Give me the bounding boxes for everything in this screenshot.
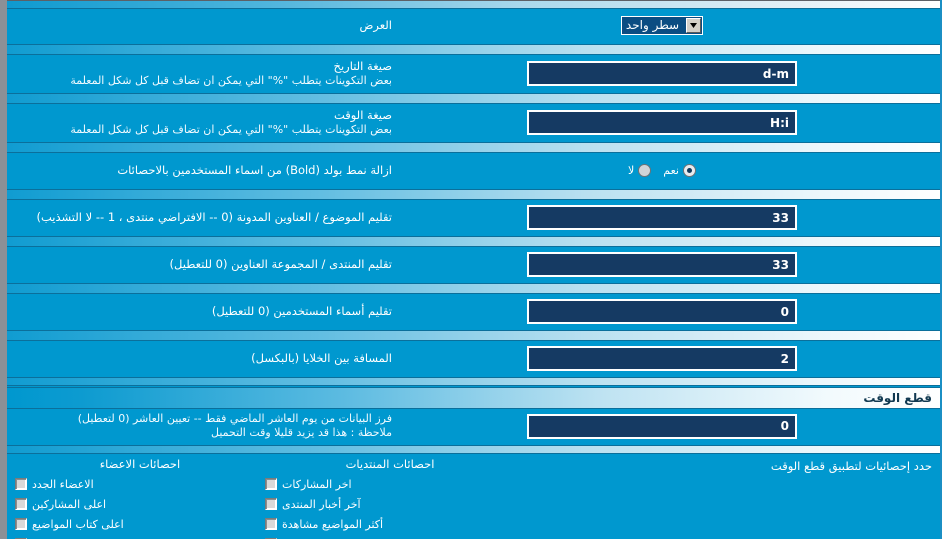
checkbox-row[interactable]: الاعضاء الجدد (15, 474, 265, 494)
setting-row-time-format: صيغة الوقت بعض التكوينات يتطلب "%" التي … (7, 105, 940, 141)
trim-topic-input[interactable] (527, 205, 797, 230)
setting-row-display: سطر واحد العرض (7, 9, 940, 43)
trim-username-label: تقليم أسماء المستخدمين (0 للتعطيل) (211, 304, 392, 318)
checkbox-icon[interactable] (15, 518, 27, 530)
remove-bold-cell: نعم لا (392, 164, 932, 177)
chevron-down-icon[interactable] (686, 18, 702, 33)
date-format-hint: بعض التكوينات يتطلب "%" التي يمكن ان تضا… (70, 74, 392, 87)
cell-spacing-cell (392, 346, 932, 371)
timecut-stats-selection: حدد إحصائيات لتطبيق قطع الوقت احصائات ال… (7, 455, 940, 539)
setting-row-timecut: فرز البيانات من يوم العاشر الماضي فقط --… (7, 409, 940, 444)
checkbox-icon[interactable] (265, 478, 277, 490)
row-separator (7, 236, 940, 247)
row-separator (7, 283, 940, 294)
display-select-cell: سطر واحد (392, 16, 932, 35)
radio-off-icon[interactable] (638, 164, 652, 177)
remove-bold-radio-yes[interactable]: نعم (663, 164, 696, 177)
column-member-stats: احصائات الاعضاء الاعضاء الجدد اعلى المشا… (15, 457, 265, 539)
checkbox-icon[interactable] (15, 478, 27, 490)
cell-spacing-labels: المسافة بين الخلايا (بالبكسل) (15, 351, 392, 366)
time-format-hint: بعض التكوينات يتطلب "%" التي يمكن ان تضا… (70, 123, 392, 136)
setting-row-remove-bold: نعم لا ازالة نمط بولد (Bold) من اسماء ال… (7, 154, 940, 188)
setting-row-date-format: صيغة التاريخ بعض التكوينات يتطلب "%" الت… (7, 56, 940, 92)
row-separator (7, 93, 940, 104)
row-separator (7, 142, 940, 153)
column-forum-stats-header: احصائات المنتديات (345, 457, 435, 471)
radio-on-icon[interactable] (683, 164, 696, 177)
trim-username-labels: تقليم أسماء المستخدمين (0 للتعطيل) (15, 304, 392, 319)
date-format-cell (392, 61, 932, 86)
timecut-input[interactable] (527, 413, 797, 439)
setting-row-trim-topic: تقليم الموضوع / العناوين المدونة (0 -- ا… (7, 201, 940, 235)
time-format-input[interactable] (527, 110, 797, 135)
display-label: العرض (359, 18, 393, 32)
checkbox-label: اعلى كتاب المواضيع (32, 517, 124, 531)
row-separator (7, 377, 940, 386)
setting-row-trim-forum: تقليم المنتدى / المجموعة العناوين (0 للت… (7, 248, 940, 282)
checkbox-icon[interactable] (265, 518, 277, 530)
checkbox-row[interactable]: اعلى كتاب المواضيع (15, 514, 265, 534)
setting-row-trim-username: تقليم أسماء المستخدمين (0 للتعطيل) (7, 295, 940, 329)
checkbox-label: أكثر المواضيع مشاهدة (282, 517, 384, 531)
date-format-input[interactable] (527, 61, 797, 86)
column-forum-stats: احصائات المنتديات اخر المشاركات آخر أخبا… (265, 457, 515, 539)
row-separator (7, 189, 940, 200)
row-separator (7, 44, 940, 55)
top-gradient-strip (7, 0, 940, 9)
timecut-labels: فرز البيانات من يوم العاشر الماضي فقط --… (15, 412, 392, 440)
row-separator (7, 330, 940, 341)
display-select[interactable]: سطر واحد (620, 16, 704, 35)
date-format-label: صيغة التاريخ (333, 59, 392, 73)
checkbox-label: آخر أخبار المنتدى (282, 497, 361, 511)
checkbox-icon[interactable] (265, 498, 277, 510)
remove-bold-radio-group: نعم لا (628, 164, 696, 177)
checkbox-label: اخر المشاركات (282, 477, 352, 491)
trim-topic-labels: تقليم الموضوع / العناوين المدونة (0 -- ا… (15, 210, 392, 225)
timecut-cell (392, 413, 932, 439)
remove-bold-radio-no[interactable]: لا (628, 164, 652, 177)
checkbox-label: اعلى المشاركين (32, 497, 107, 511)
time-format-cell (392, 110, 932, 135)
checkbox-label: الاعضاء الجدد (32, 477, 94, 491)
trim-topic-cell (392, 205, 932, 230)
section-title: قطع الوقت (863, 391, 932, 405)
trim-username-input[interactable] (527, 299, 797, 324)
trim-forum-label: تقليم المنتدى / المجموعة العناوين (0 للت… (169, 257, 392, 271)
trim-forum-labels: تقليم المنتدى / المجموعة العناوين (0 للت… (15, 257, 392, 272)
remove-bold-yes-label: نعم (663, 164, 679, 177)
cell-spacing-input[interactable] (527, 346, 797, 371)
section-header-timecut: قطع الوقت (7, 387, 940, 409)
checkbox-row[interactable]: اعلى الداعين (15, 534, 265, 539)
checkbox-row[interactable]: اخر المشاركات (265, 474, 515, 494)
checkbox-icon[interactable] (15, 498, 27, 510)
display-labels: العرض (15, 18, 393, 33)
timecut-select-label: حدد إحصائيات لتطبيق قطع الوقت (770, 459, 932, 473)
timecut-hint-line1: فرز البيانات من يوم العاشر الماضي فقط --… (77, 412, 392, 425)
trim-username-cell (392, 299, 932, 324)
timecut-hint-line2: ملاحظة : هذا قد يزيد قليلا وقت التحميل (211, 426, 392, 439)
trim-forum-input[interactable] (527, 252, 797, 277)
cell-spacing-label: المسافة بين الخلايا (بالبكسل) (251, 351, 392, 365)
checkbox-row[interactable]: آخر أخبار المنتدى (265, 494, 515, 514)
checkbox-row[interactable]: المواضيع الساخنة (265, 534, 515, 539)
column-member-stats-header: احصائات الاعضاء (99, 457, 181, 471)
remove-bold-labels: ازالة نمط بولد (Bold) من اسماء المستخدمي… (15, 163, 392, 178)
date-format-labels: صيغة التاريخ بعض التكوينات يتطلب "%" الت… (15, 59, 392, 88)
checkbox-row[interactable]: أكثر المواضيع مشاهدة (265, 514, 515, 534)
time-format-labels: صيغة الوقت بعض التكوينات يتطلب "%" التي … (15, 108, 392, 137)
trim-forum-cell (392, 252, 932, 277)
checkbox-row[interactable]: اعلى المشاركين (15, 494, 265, 514)
trim-topic-label: تقليم الموضوع / العناوين المدونة (0 -- ا… (36, 210, 392, 224)
setting-row-cell-spacing: المسافة بين الخلايا (بالبكسل) (7, 342, 940, 376)
display-select-value: سطر واحد (625, 18, 680, 32)
remove-bold-label: ازالة نمط بولد (Bold) من اسماء المستخدمي… (117, 163, 392, 177)
row-separator (7, 445, 940, 454)
settings-page: سطر واحد العرض صيغة التاريخ بعض التكوينا… (0, 0, 942, 539)
time-format-label: صيغة الوقت (333, 108, 392, 122)
remove-bold-no-label: لا (628, 164, 635, 177)
